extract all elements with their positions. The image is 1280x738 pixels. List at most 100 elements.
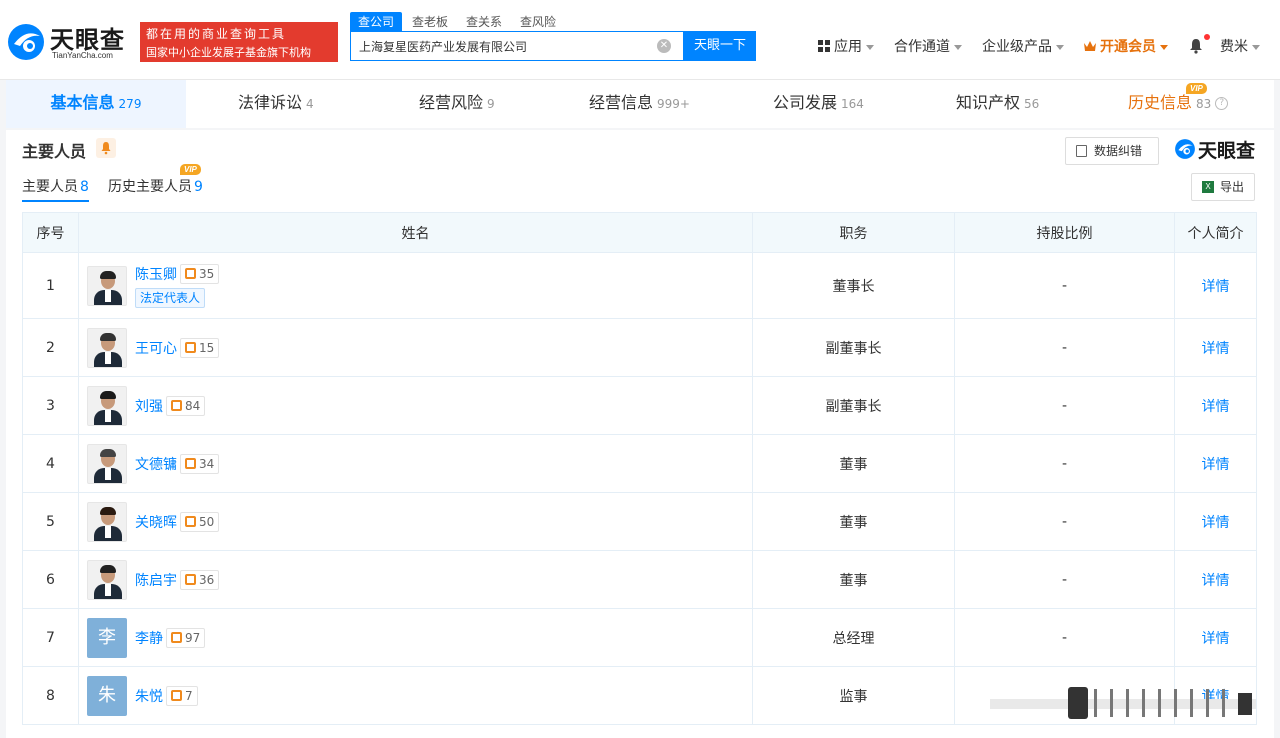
avatar[interactable]	[87, 385, 127, 426]
subtab-current-personnel[interactable]: 主要人员 8	[22, 176, 89, 202]
notification-bell-icon[interactable]	[1188, 38, 1204, 54]
person-name-link[interactable]: 朱悦	[135, 686, 163, 706]
person-info: 刘强 84	[87, 385, 752, 426]
relation-count-badge[interactable]: 50	[180, 511, 220, 532]
subscribe-bell-icon[interactable]	[96, 138, 116, 158]
section-title: 主要人员	[22, 142, 87, 161]
data-correction-button[interactable]: 数据纠错	[1065, 137, 1159, 165]
relation-count: 50	[199, 514, 215, 529]
cell-title: 监事	[752, 666, 955, 725]
person-name-link[interactable]: 陈玉卿	[135, 264, 177, 284]
subtab-count: 8	[80, 179, 89, 195]
relation-graph-icon	[171, 690, 182, 701]
detail-link[interactable]: 详情	[1202, 631, 1230, 647]
search-button[interactable]: 天眼一下	[684, 31, 756, 61]
cell-title: 副董事长	[752, 376, 955, 435]
person-name-row: 文德镛 34	[135, 453, 220, 474]
tab-basic-info[interactable]: 基本信息 279	[6, 80, 186, 128]
table-row: 7 李 李静 97 总经理 - 详情	[22, 608, 1257, 667]
avatar[interactable]	[87, 265, 127, 306]
person-info: 文德镛 34	[87, 443, 752, 484]
avatar-figure	[105, 583, 111, 596]
col-header-title: 职务	[752, 212, 955, 253]
tianyancha-logo[interactable]: 天眼查 TianYanCha.com	[6, 20, 136, 64]
cell-name: 李 李静 97	[78, 608, 753, 667]
relation-graph-icon	[185, 342, 196, 353]
subtab-history-personnel[interactable]: 历史主要人员 9	[108, 176, 203, 202]
nav-apps[interactable]: 应用	[818, 36, 874, 56]
nav-enterprise[interactable]: 企业级产品	[982, 36, 1064, 56]
detail-link[interactable]: 详情	[1202, 279, 1230, 295]
avatar[interactable]	[87, 501, 127, 542]
relation-count-badge[interactable]: 36	[180, 569, 220, 590]
person-details: 王可心 15	[135, 337, 220, 358]
person-name-link[interactable]: 文德镛	[135, 454, 177, 474]
tab-legal[interactable]: 法律诉讼 4	[238, 80, 314, 128]
detail-link[interactable]: 详情	[1202, 515, 1230, 531]
relation-count-badge[interactable]: 97	[166, 627, 206, 648]
tab-development[interactable]: 公司发展 164	[773, 80, 864, 128]
detail-link[interactable]: 详情	[1202, 573, 1230, 589]
person-name-link[interactable]: 关晓晖	[135, 512, 177, 532]
person-name-row: 关晓晖 50	[135, 511, 220, 532]
tab-label: 法律诉讼	[238, 93, 303, 112]
tab-count: 164	[841, 97, 864, 111]
tab-count: 4	[306, 97, 314, 111]
person-name-link[interactable]: 刘强	[135, 396, 163, 416]
tab-history[interactable]: 历史信息 83?	[1128, 80, 1229, 128]
person-details: 李静 97	[135, 627, 206, 648]
tab-operation-risk[interactable]: 经营风险 9	[419, 80, 495, 128]
relation-count: 36	[199, 572, 215, 587]
top-header: 天眼查 TianYanCha.com 都在用的商业查询工具 国家中小企业发展子基…	[0, 0, 1280, 80]
tab-operation-info[interactable]: 经营信息 999+	[589, 80, 690, 128]
relation-graph-icon	[185, 516, 196, 527]
ad-banner[interactable]: 都在用的商业查询工具 国家中小企业发展子基金旗下机构	[140, 22, 338, 62]
search-tab-relation[interactable]: 查关系	[458, 12, 510, 31]
chevron-down-icon	[1252, 44, 1260, 50]
person-name-link[interactable]: 陈启宇	[135, 570, 177, 590]
user-name: 费米	[1220, 39, 1248, 55]
relation-count-badge[interactable]: 7	[166, 685, 198, 706]
nav-channel-label: 合作通道	[894, 39, 950, 55]
export-label: 导出	[1220, 180, 1245, 194]
search-tab-risk[interactable]: 查风险	[512, 12, 564, 31]
search-input[interactable]	[351, 32, 651, 60]
person-info: 王可心 15	[87, 327, 752, 368]
person-details: 陈玉卿 35 法定代表人	[135, 263, 220, 308]
tab-label: 基本信息	[50, 93, 115, 112]
relation-count-badge[interactable]: 34	[180, 453, 220, 474]
export-button[interactable]: X 导出	[1191, 173, 1255, 201]
relation-count-badge[interactable]: 84	[166, 395, 206, 416]
nav-apps-label: 应用	[834, 39, 862, 55]
relation-count-badge[interactable]: 35	[180, 263, 220, 284]
chevron-down-icon	[1056, 44, 1064, 50]
person-details: 文德镛 34	[135, 453, 220, 474]
table-body: 1 陈玉卿 35 法定代表人 董事长 - 详情 2 王可心 15 副董事长 - …	[22, 252, 1257, 725]
person-name-link[interactable]: 李静	[135, 628, 163, 648]
person-name-link[interactable]: 王可心	[135, 338, 177, 358]
watermark-icon	[990, 687, 1256, 719]
avatar[interactable]: 李	[87, 617, 127, 658]
nav-member[interactable]: 开通会员	[1083, 36, 1168, 56]
help-icon[interactable]: ?	[1215, 97, 1229, 110]
tab-count: 999+	[657, 97, 690, 111]
nav-enterprise-label: 企业级产品	[982, 39, 1052, 55]
avatar[interactable]	[87, 443, 127, 484]
user-menu[interactable]: 费米	[1220, 36, 1260, 56]
search-tab-boss[interactable]: 查老板	[404, 12, 456, 31]
person-name-row: 朱悦 7	[135, 685, 198, 706]
search-tab-company[interactable]: 查公司	[350, 12, 403, 31]
detail-link[interactable]: 详情	[1202, 399, 1230, 415]
person-info: 陈玉卿 35 法定代表人	[87, 263, 752, 308]
avatar[interactable]: 朱	[87, 675, 127, 716]
clear-icon[interactable]: ✕	[657, 39, 671, 53]
detail-link[interactable]: 详情	[1202, 341, 1230, 357]
detail-link[interactable]: 详情	[1202, 457, 1230, 473]
tab-ip[interactable]: 知识产权 56	[956, 80, 1039, 128]
cell-no: 1	[22, 252, 79, 319]
avatar[interactable]	[87, 559, 127, 600]
avatar[interactable]	[87, 327, 127, 368]
nav-channel[interactable]: 合作通道	[894, 36, 962, 56]
tab-count: 83	[1196, 97, 1212, 111]
relation-count-badge[interactable]: 15	[180, 337, 220, 358]
